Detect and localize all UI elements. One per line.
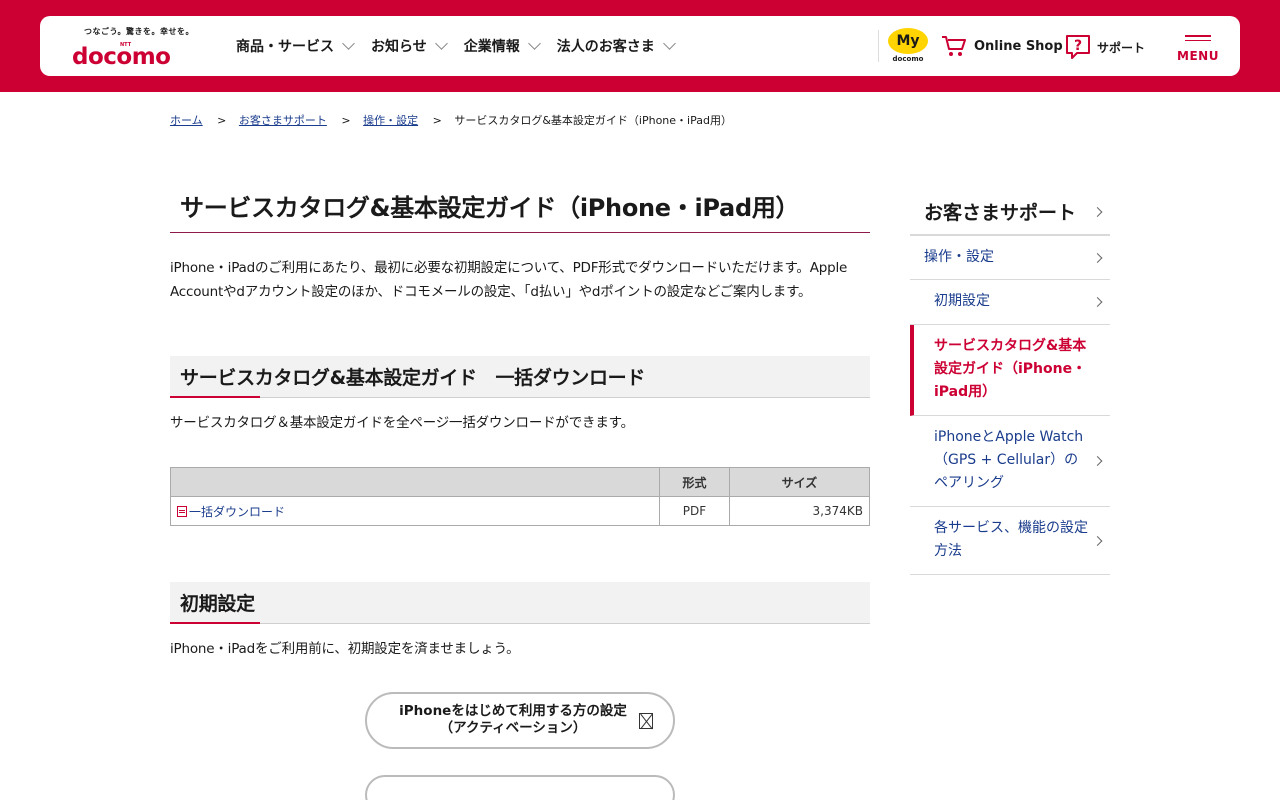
hamburger-icon-line [1185,39,1211,41]
chevron-right-icon [1092,252,1103,263]
help-icon: ? [1066,35,1090,59]
logo-tagline: つなごう。驚きを。幸せを。 [84,27,195,36]
global-header: つなごう。驚きを。幸せを。 NTT docomo 商品・サービス お知らせ 企業… [40,16,1240,76]
nav-news[interactable]: お知らせ [371,36,448,56]
table-header-row: 形式 サイズ [170,467,870,497]
side-nav: お客さまサポート 操作・設定 初期設定 サービスカタログ&基本設定ガイド（iPh… [910,190,1110,575]
chevron-right-icon [1092,297,1103,307]
nav-business-customers[interactable]: 法人のお客さま [556,36,676,56]
breadcrumb-current: サービスカタログ&基本設定ガイド（iPhone・iPad用） [454,114,732,127]
nav-label: お知らせ [371,39,427,55]
sidenav-label: サービスカタログ&基本設定ガイド（iPhone・iPad用） [934,338,1087,400]
nav-corporate-info[interactable]: 企業情報 [463,36,541,56]
support-label: サポート [1097,40,1146,55]
initial-setup-description: iPhone・iPadをご利用前に、初期設定を済ませましょう。 [170,641,520,657]
sidenav-apple-watch-pairing[interactable]: iPhoneとApple Watch（GPS + Cellular）のペアリング [910,416,1110,507]
global-nav: 商品・サービス お知らせ 企業情報 法人のお客さま [236,16,692,76]
intro-text: iPhone・iPadのご利用にあたり、最初に必要な初期設定について、PDF形式… [170,260,848,300]
column-header-size: サイズ [729,467,870,497]
nav-label: 商品・サービス [236,39,334,55]
external-link-icon [639,713,653,729]
chevron-right-icon [1092,207,1103,217]
column-header-name [170,467,660,497]
sidenav-service-catalog-current[interactable]: サービスカタログ&基本設定ガイド（iPhone・iPad用） [910,325,1110,416]
heading-accent [170,396,260,398]
nav-products-services[interactable]: 商品・サービス [236,36,355,56]
online-shop-label: Online Shop [974,38,1063,54]
chevron-right-icon [1092,535,1103,546]
breadcrumb-customer-support[interactable]: お客さまサポート [239,114,327,127]
breadcrumb: ホーム > お客さまサポート > 操作・設定 > サービスカタログ&基本設定ガイ… [170,112,732,128]
nav-label: 企業情報 [463,39,520,55]
bulk-download-label: 一括ダウンロード [189,504,286,519]
sidenav-service-settings[interactable]: 各サービス、機能の設定方法 [910,507,1110,575]
button-area: iPhoneをはじめて利用する方の設定 （アクティベーション） [170,659,870,800]
my-docomo-sub: docomo [892,55,924,63]
page-title: サービスカタログ&基本設定ガイド（iPhone・iPad用） [170,180,870,233]
support-link[interactable]: ? サポート [1064,34,1145,60]
breadcrumb-operation-settings[interactable]: 操作・設定 [363,114,418,127]
breadcrumb-separator: > [432,114,442,127]
chevron-down-icon [662,37,676,50]
next-setup-button[interactable] [365,775,675,800]
breadcrumb-separator: > [217,114,227,127]
online-shop-link[interactable]: Online Shop [940,34,1063,58]
hamburger-icon [1185,35,1211,37]
download-table: 形式 サイズ 一括ダウンロード PDF 3,374KB [170,467,870,526]
nav-label: 法人のお客さま [556,39,655,55]
main-content: サービスカタログ&基本設定ガイド（iPhone・iPad用） iPhone・iP… [170,180,870,800]
docomo-logo[interactable]: つなごう。驚きを。幸せを。 NTT docomo [72,24,202,72]
sidenav-label: 操作・設定 [924,249,994,265]
button-label-line1: iPhoneをはじめて利用する方の設定 [399,703,627,719]
file-name-cell: 一括ダウンロード [170,496,660,526]
sidenav-customer-support[interactable]: お客さまサポート [910,190,1110,236]
chevron-down-icon [527,37,541,50]
button-label-line2: （アクティベーション） [439,720,587,736]
my-docomo-icon: My [888,28,928,54]
breadcrumb-separator: > [341,114,351,127]
cart-icon [942,36,966,56]
sidenav-label: 各サービス、機能の設定方法 [934,520,1088,559]
svg-text:?: ? [1074,38,1082,54]
download-description: サービスカタログ＆基本設定ガイドを全ページ一括ダウンロードができます。 [170,415,634,431]
sidenav-label: iPhoneとApple Watch（GPS + Cellular）のペアリング [934,429,1084,491]
section-heading-text: サービスカタログ&基本設定ガイド 一括ダウンロード [180,367,646,389]
activation-setup-button[interactable]: iPhoneをはじめて利用する方の設定 （アクティベーション） [365,692,675,749]
sidenav-label: 初期設定 [934,293,990,309]
breadcrumb-home[interactable]: ホーム [170,114,203,127]
menu-label: MENU [1177,49,1219,63]
sidenav-initial-setup[interactable]: 初期設定 [910,280,1110,325]
menu-button[interactable]: MENU [1176,32,1220,66]
my-docomo-link[interactable]: My docomo [888,28,928,66]
header-divider [878,30,879,62]
logo-wordmark: docomo [72,44,171,70]
file-size-cell: 3,374KB [729,496,870,526]
chevron-down-icon [342,37,355,50]
sidenav-label: お客さまサポート [924,202,1077,224]
section-heading-initial-setup: 初期設定 [170,582,870,624]
section-heading-download: サービスカタログ&基本設定ガイド 一括ダウンロード [170,356,870,398]
column-header-format: 形式 [659,467,730,497]
table-row: 一括ダウンロード PDF 3,374KB [170,496,870,526]
chevron-down-icon [434,37,448,50]
heading-accent [170,622,260,624]
file-format-cell: PDF [659,496,730,526]
sidenav-operation-settings[interactable]: 操作・設定 [910,236,1110,280]
pdf-icon [177,505,187,517]
chevron-right-icon [1092,456,1103,466]
bulk-download-link[interactable]: 一括ダウンロード [177,503,285,520]
section-heading-text: 初期設定 [180,593,255,615]
